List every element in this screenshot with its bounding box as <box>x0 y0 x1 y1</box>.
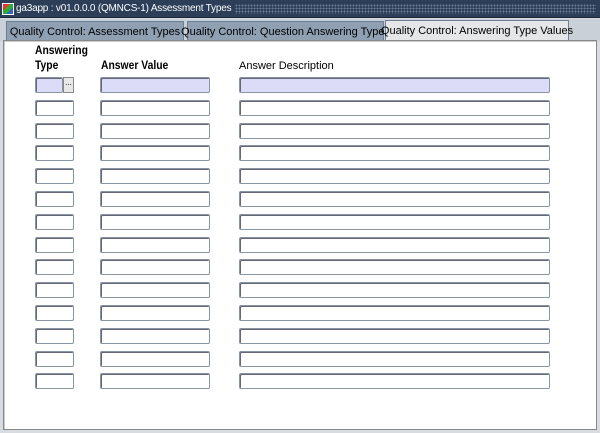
answering-type-field[interactable] <box>35 213 74 230</box>
lov-button[interactable]: ... <box>63 77 74 93</box>
column-header-type-line1: Answering <box>35 45 88 57</box>
answering-type-field[interactable] <box>35 236 74 253</box>
answer-value-field[interactable] <box>100 145 210 162</box>
answering-type-field[interactable] <box>35 373 74 390</box>
answer-value-field[interactable] <box>100 305 210 321</box>
answer-value-field[interactable] <box>100 122 210 139</box>
tab-question-answering-types[interactable]: Quality Control: Question Answering Type… <box>181 21 390 41</box>
answer-value-field[interactable] <box>100 373 210 390</box>
answer-value-field[interactable] <box>100 77 210 93</box>
answering-type-field[interactable] <box>35 168 74 185</box>
answering-type-field[interactable] <box>35 191 74 207</box>
answering-type-field[interactable] <box>35 99 74 116</box>
answering-type-field[interactable] <box>35 77 63 93</box>
column-header-type-line2: Type <box>35 60 59 72</box>
title-bar-pattern <box>235 3 596 14</box>
answering-type-field[interactable] <box>35 282 74 299</box>
answer-value-field[interactable] <box>100 168 210 185</box>
answer-description-field[interactable] <box>239 350 550 367</box>
window-title: ga3app : v01.0.0.0 (QMNCS-1) Assessment … <box>16 3 232 14</box>
title-bar: ga3app : v01.0.0.0 (QMNCS-1) Assessment … <box>0 0 600 18</box>
answer-value-field[interactable] <box>100 327 210 344</box>
answer-description-field[interactable] <box>239 213 550 230</box>
answer-description-field[interactable] <box>239 99 550 116</box>
answer-value-field[interactable] <box>100 213 210 230</box>
tab-assessment-types[interactable]: Quality Control: Assessment Types <box>6 21 184 41</box>
answer-description-field[interactable] <box>239 236 550 253</box>
answering-type-field[interactable] <box>35 350 74 367</box>
answering-type-field[interactable] <box>35 259 74 276</box>
answer-description-field[interactable] <box>239 168 550 185</box>
app-icon <box>2 2 14 15</box>
answer-description-field[interactable] <box>239 145 550 162</box>
answer-value-field[interactable] <box>100 99 210 116</box>
answer-description-field[interactable] <box>239 282 550 299</box>
answer-description-field[interactable] <box>239 259 550 276</box>
tab-strip: Quality Control: Assessment Types Qualit… <box>0 19 600 41</box>
answer-value-field[interactable] <box>100 259 210 276</box>
answer-description-field[interactable] <box>239 327 550 344</box>
answering-type-field[interactable] <box>35 122 74 139</box>
answer-value-field[interactable] <box>100 236 210 253</box>
answering-type-field[interactable] <box>35 145 74 162</box>
answering-type-field[interactable] <box>35 327 74 344</box>
answer-description-field[interactable] <box>239 373 550 390</box>
content-panel: Answering Type Answer Value Answer Descr… <box>3 40 597 430</box>
answer-description-field[interactable] <box>239 77 550 93</box>
answering-type-field[interactable] <box>35 305 74 321</box>
answer-description-field[interactable] <box>239 122 550 139</box>
column-header-answer-value: Answer Value <box>101 60 169 72</box>
answer-value-field[interactable] <box>100 350 210 367</box>
answer-value-field[interactable] <box>100 191 210 207</box>
answer-description-field[interactable] <box>239 191 550 207</box>
tab-answering-type-values[interactable]: Quality Control: Answering Type Values <box>381 20 573 41</box>
answer-value-field[interactable] <box>100 282 210 299</box>
answer-description-field[interactable] <box>239 305 550 321</box>
column-header-answer-description: Answer Description <box>239 60 334 72</box>
